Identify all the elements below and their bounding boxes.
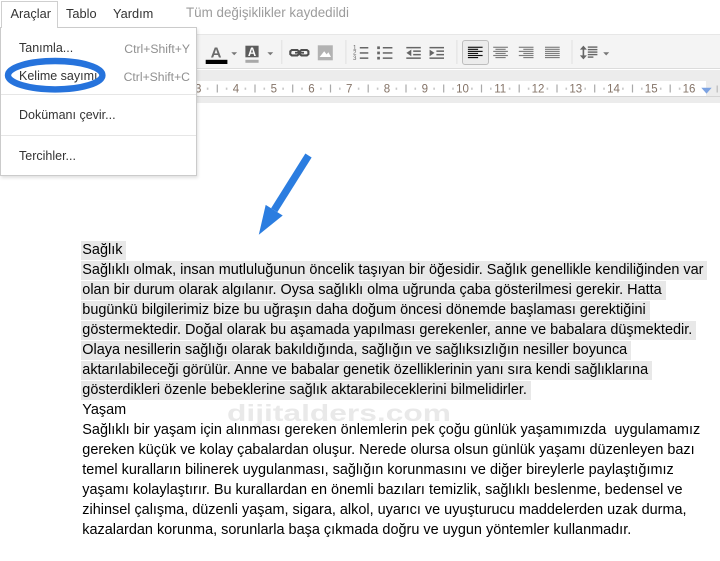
- svg-text:A: A: [248, 47, 256, 59]
- svg-text:16: 16: [683, 84, 696, 96]
- svg-text:9: 9: [422, 84, 428, 96]
- svg-text:15: 15: [645, 84, 658, 96]
- svg-text:7: 7: [346, 84, 352, 96]
- svg-text:13: 13: [569, 84, 582, 96]
- svg-text:14: 14: [607, 84, 620, 96]
- svg-text:4: 4: [233, 84, 240, 96]
- svg-text:8: 8: [384, 84, 390, 96]
- svg-text:11: 11: [494, 84, 506, 96]
- svg-text:6: 6: [308, 84, 314, 96]
- svg-text:5: 5: [271, 84, 277, 96]
- svg-text:12: 12: [532, 84, 545, 96]
- svg-text:A: A: [211, 45, 222, 62]
- svg-text:10: 10: [456, 84, 469, 96]
- svg-text:3: 3: [353, 55, 357, 62]
